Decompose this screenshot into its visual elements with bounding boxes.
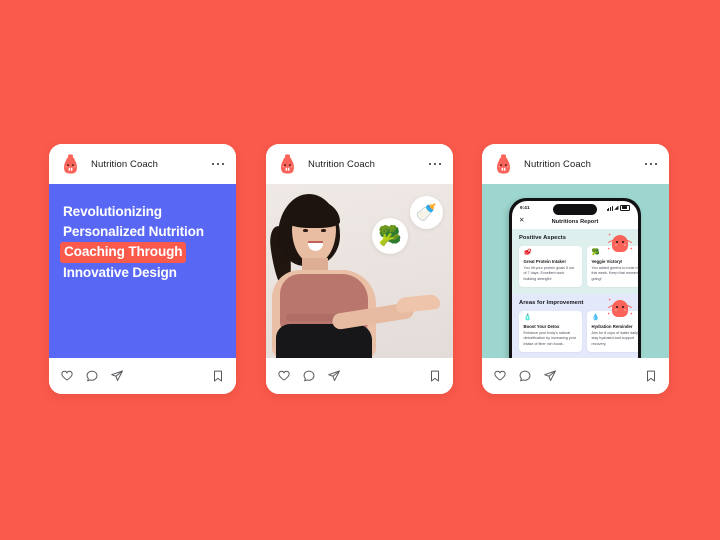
- more-options-icon[interactable]: [644, 162, 660, 166]
- app-navbar: ✕ Nutritions Report: [512, 214, 638, 230]
- dynamic-island: [553, 203, 597, 215]
- section-positive-aspects: Positive Aspects ✦ ✦ ✦ 🥩 Great Protein I…: [512, 229, 639, 295]
- heart-icon[interactable]: [493, 369, 507, 383]
- tile-title: Boost Your Detox: [523, 324, 560, 330]
- nutrition-bottle-mascot-icon: [64, 154, 77, 174]
- report-tile[interactable]: 🥩 Great Protein Intake! You hit your pro…: [519, 246, 582, 288]
- headline-line-3-highlighted: Coaching Through: [60, 241, 187, 263]
- bookmark-icon[interactable]: [428, 369, 442, 383]
- comment-icon[interactable]: [85, 369, 99, 383]
- card-header: Nutrition Coach: [482, 144, 669, 184]
- account-name: Nutrition Coach: [524, 158, 591, 170]
- tile-title: Great Protein Intake!: [523, 259, 566, 264]
- comment-icon[interactable]: [302, 369, 316, 383]
- report-tile[interactable]: 🧴 Boost Your Detox Enhance your body's n…: [519, 311, 582, 353]
- app-body: Positive Aspects ✦ ✦ ✦ 🥩 Great Protein I…: [512, 229, 638, 358]
- tile-description: Aim for 8 cups of water daily to stay hy…: [591, 330, 639, 346]
- heart-icon[interactable]: [60, 369, 74, 383]
- status-time: 9:41: [520, 205, 530, 210]
- tile-description: You added greens to most meals this week…: [591, 265, 639, 281]
- soap-emoji: 🧴: [523, 314, 532, 322]
- signal-icon: [606, 205, 613, 211]
- tile-description: You hit your protein goals 5 out of 7 da…: [523, 265, 575, 281]
- avatar[interactable]: [491, 151, 516, 177]
- headline: Revolutionizing Personalized Nutrition C…: [60, 202, 222, 283]
- phone-screen: 9:41 ◢ ✕ Nutritions Report Positive Aspe…: [512, 201, 638, 358]
- social-post-card-app-mockup[interactable]: Nutrition Coach 9:41 ◢ ✕ Nutritions Repo…: [482, 144, 669, 394]
- account-name: Nutrition Coach: [308, 158, 375, 170]
- headline-line-4: Innovative Design: [63, 264, 177, 280]
- card-media-app-mockup: 9:41 ◢ ✕ Nutritions Report Positive Aspe…: [482, 184, 669, 358]
- bookmark-icon[interactable]: [211, 369, 225, 383]
- card-actions: [49, 358, 236, 394]
- phone-mockup: 9:41 ◢ ✕ Nutritions Report Positive Aspe…: [509, 198, 641, 358]
- paper-plane-icon[interactable]: [327, 369, 341, 383]
- account-name: Nutrition Coach: [91, 158, 158, 170]
- tile-title: Veggie Victory!: [591, 259, 623, 264]
- comment-icon[interactable]: [518, 369, 532, 383]
- status-bar: 9:41 ◢: [512, 201, 638, 215]
- nutrition-bottle-mascot-icon: [281, 154, 294, 174]
- nutrition-bottle-mascot-icon: [497, 154, 510, 174]
- alert-mascot-icon: ✦ ✦ ✦: [607, 297, 633, 318]
- battery-icon: [620, 204, 630, 211]
- bookmark-icon[interactable]: [644, 369, 658, 383]
- heart-icon[interactable]: [277, 369, 291, 383]
- broccoli-emoji: 🥦: [372, 218, 408, 254]
- paper-plane-icon[interactable]: [110, 369, 124, 383]
- section-areas-for-improvement: Areas for Improvement ✦ ✦ ✦ 🧴 Boost Your…: [512, 294, 638, 358]
- card-header: Nutrition Coach: [49, 144, 236, 184]
- card-actions: [482, 358, 669, 394]
- card-actions: [266, 358, 453, 394]
- steak-emoji: 🥩: [523, 249, 532, 256]
- tile-description: Enhance your body's natural detoxificati…: [523, 330, 576, 346]
- avatar[interactable]: [275, 151, 300, 177]
- headline-line-1: Revolutionizing: [63, 204, 162, 219]
- headline-line-2: Personalized Nutrition: [63, 223, 204, 239]
- wifi-icon: ◢: [614, 204, 619, 211]
- social-post-card-headline[interactable]: Nutrition Coach Revolutionizing Personal…: [49, 144, 236, 394]
- more-options-icon[interactable]: [211, 162, 227, 166]
- card-media-headline: Revolutionizing Personalized Nutrition C…: [49, 184, 236, 358]
- poster-canvas: Nutrition Coach Revolutionizing Personal…: [0, 0, 720, 540]
- more-options-icon[interactable]: [428, 162, 444, 166]
- app-screen-title: Nutritions Report: [551, 218, 599, 225]
- card-media-photo: 🥦 🍼: [266, 184, 453, 358]
- happy-mascot-icon: ✦ ✦ ✦: [607, 232, 633, 252]
- paper-plane-icon[interactable]: [543, 369, 557, 383]
- water-bottle-emoji: 🍼: [410, 196, 443, 229]
- social-post-card-photo[interactable]: Nutrition Coach 🥦 🍼: [266, 144, 453, 394]
- avatar[interactable]: [58, 151, 83, 177]
- tile-title: Hydration Reminder: [591, 324, 633, 330]
- card-header: Nutrition Coach: [266, 144, 453, 184]
